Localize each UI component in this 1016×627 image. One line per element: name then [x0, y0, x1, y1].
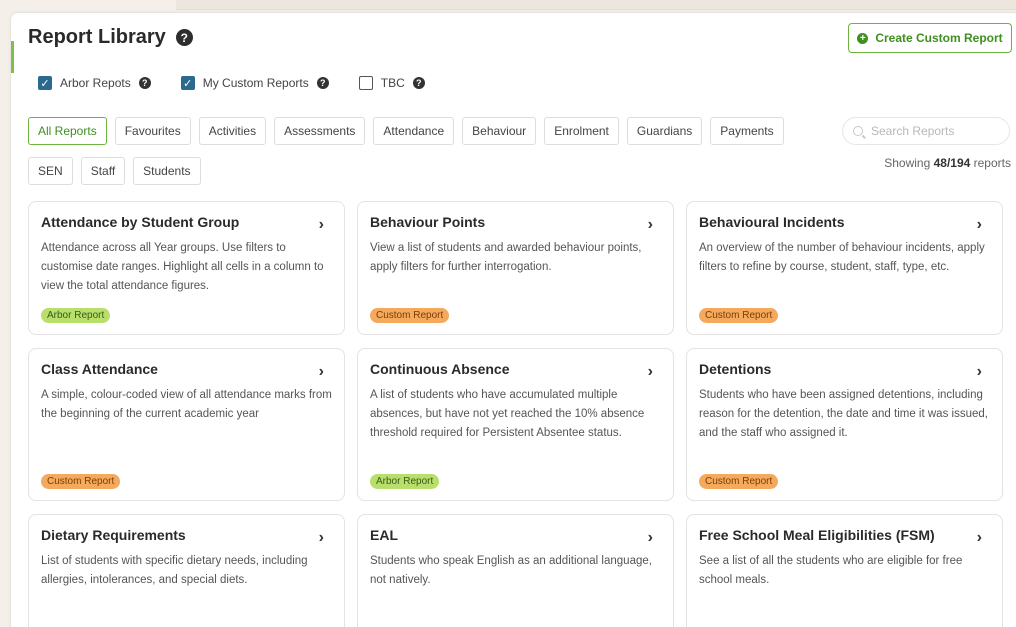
filter-chips-row: SEN Staff Students — [28, 157, 201, 185]
filter-favourites[interactable]: Favourites — [114, 117, 191, 145]
checkbox-arbor-reports[interactable]: ✓ Arbor Repots ? — [38, 76, 151, 90]
report-card-description: An overview of the number of behaviour i… — [699, 242, 985, 273]
report-card-title: Attendance by Student Group — [41, 214, 240, 230]
checkbox-tbc[interactable]: TBC ? — [358, 76, 425, 90]
chevron-right-icon: › — [318, 363, 324, 380]
report-card[interactable]: EAL › Students who speak English as an a… — [357, 514, 674, 627]
filter-chips-row: All Reports Favourites Activities Assess… — [28, 117, 784, 145]
filter-assessments[interactable]: Assessments — [274, 117, 366, 145]
results-count-value: 48/194 — [933, 156, 971, 170]
report-card-description: See a list of all the students who are e… — [699, 555, 963, 586]
plus-circle-icon: + — [857, 32, 869, 44]
chevron-right-icon: › — [976, 216, 982, 233]
filter-payments[interactable]: Payments — [710, 117, 784, 145]
report-card-description: Attendance across all Year groups. Use f… — [41, 242, 324, 292]
report-type-badge: Arbor Report — [370, 474, 440, 489]
top-strip — [176, 0, 1016, 10]
search-input[interactable]: Search Reports — [842, 117, 1010, 145]
chevron-right-icon: › — [647, 363, 653, 380]
checkbox-checked-icon[interactable]: ✓ — [38, 76, 52, 90]
report-card-title: Behaviour Points — [370, 214, 486, 230]
report-card-description: A list of students who have accumulated … — [370, 389, 645, 439]
filter-behaviour[interactable]: Behaviour — [462, 117, 537, 145]
report-card-title: EAL — [370, 527, 398, 543]
report-library-panel: Report Library ? + Create Custom Report … — [10, 12, 1016, 627]
create-custom-report-button[interactable]: + Create Custom Report — [848, 23, 1012, 53]
filter-activities[interactable]: Activities — [198, 117, 267, 145]
search-icon — [853, 126, 863, 136]
help-icon[interactable]: ? — [316, 77, 329, 89]
report-type-badge: Arbor Report — [41, 308, 111, 323]
chevron-right-icon: › — [647, 529, 653, 546]
report-type-badge: Custom Report — [699, 308, 779, 323]
chevron-right-icon: › — [318, 529, 324, 546]
report-card-title: Class Attendance — [41, 361, 158, 377]
report-card-title: Dietary Requirements — [41, 527, 186, 543]
checkbox-my-custom-reports[interactable]: ✓ My Custom Reports ? — [180, 76, 329, 90]
report-card-title: Continuous Absence — [370, 361, 510, 377]
filter-students[interactable]: Students — [133, 157, 201, 185]
chevron-right-icon: › — [976, 529, 982, 546]
filter-enrolment[interactable]: Enrolment — [544, 117, 619, 145]
filter-guardians[interactable]: Guardians — [626, 117, 703, 145]
report-type-badge: Custom Report — [41, 474, 121, 489]
accent-bar — [11, 41, 14, 73]
create-custom-report-label: Create Custom Report — [875, 31, 1003, 45]
results-count: Showing 48/194 reports — [871, 156, 1011, 170]
report-card-title: Free School Meal Eligibilities (FSM) — [699, 527, 935, 543]
report-card[interactable]: Behavioural Incidents › An overview of t… — [686, 201, 1003, 335]
report-card-description: View a list of students and awarded beha… — [370, 242, 642, 273]
page-title: Report Library ? — [28, 26, 193, 49]
report-card[interactable]: Detentions › Students who have been assi… — [686, 348, 1003, 501]
report-card-title: Behavioural Incidents — [699, 214, 845, 230]
report-card-description: List of students with specific dietary n… — [41, 555, 308, 586]
report-card-description: A simple, colour-coded view of all atten… — [41, 389, 332, 420]
checkbox-label: Arbor Repots — [60, 76, 131, 90]
report-source-checkboxes: ✓ Arbor Repots ? ✓ My Custom Reports ? T… — [38, 76, 425, 90]
chevron-right-icon: › — [647, 216, 653, 233]
results-count-suffix: reports — [973, 156, 1011, 170]
checkbox-checked-icon[interactable]: ✓ — [180, 76, 195, 90]
help-icon[interactable]: ? — [175, 29, 193, 46]
filter-sen[interactable]: SEN — [28, 157, 73, 185]
report-card[interactable]: Dietary Requirements › List of students … — [28, 514, 345, 627]
help-icon[interactable]: ? — [138, 77, 151, 89]
report-card[interactable]: Free School Meal Eligibilities (FSM) › S… — [686, 514, 1003, 627]
page-title-text: Report Library — [28, 26, 166, 48]
results-count-prefix: Showing — [884, 156, 931, 170]
checkbox-unchecked-icon[interactable] — [358, 76, 373, 90]
filter-staff[interactable]: Staff — [80, 157, 126, 185]
chevron-right-icon: › — [976, 363, 982, 380]
report-card[interactable]: Class Attendance › A simple, colour-code… — [28, 348, 345, 501]
chevron-right-icon: › — [318, 216, 324, 233]
report-card[interactable]: Behaviour Points › View a list of studen… — [357, 201, 674, 335]
report-type-badge: Custom Report — [370, 308, 450, 323]
help-icon[interactable]: ? — [412, 77, 425, 89]
report-card-description: Students who speak English as an additio… — [370, 555, 652, 586]
report-card-description: Students who have been assigned detentio… — [699, 389, 988, 439]
checkbox-label: My Custom Reports — [202, 76, 309, 90]
filter-attendance[interactable]: Attendance — [373, 117, 455, 145]
report-card-title: Detentions — [699, 361, 772, 377]
filter-all-reports[interactable]: All Reports — [28, 117, 107, 145]
checkbox-label: TBC — [380, 76, 405, 90]
report-card[interactable]: Attendance by Student Group › Attendance… — [28, 201, 345, 335]
report-card[interactable]: Continuous Absence › A list of students … — [357, 348, 674, 501]
search-placeholder: Search Reports — [871, 124, 955, 138]
report-type-badge: Custom Report — [699, 474, 779, 489]
